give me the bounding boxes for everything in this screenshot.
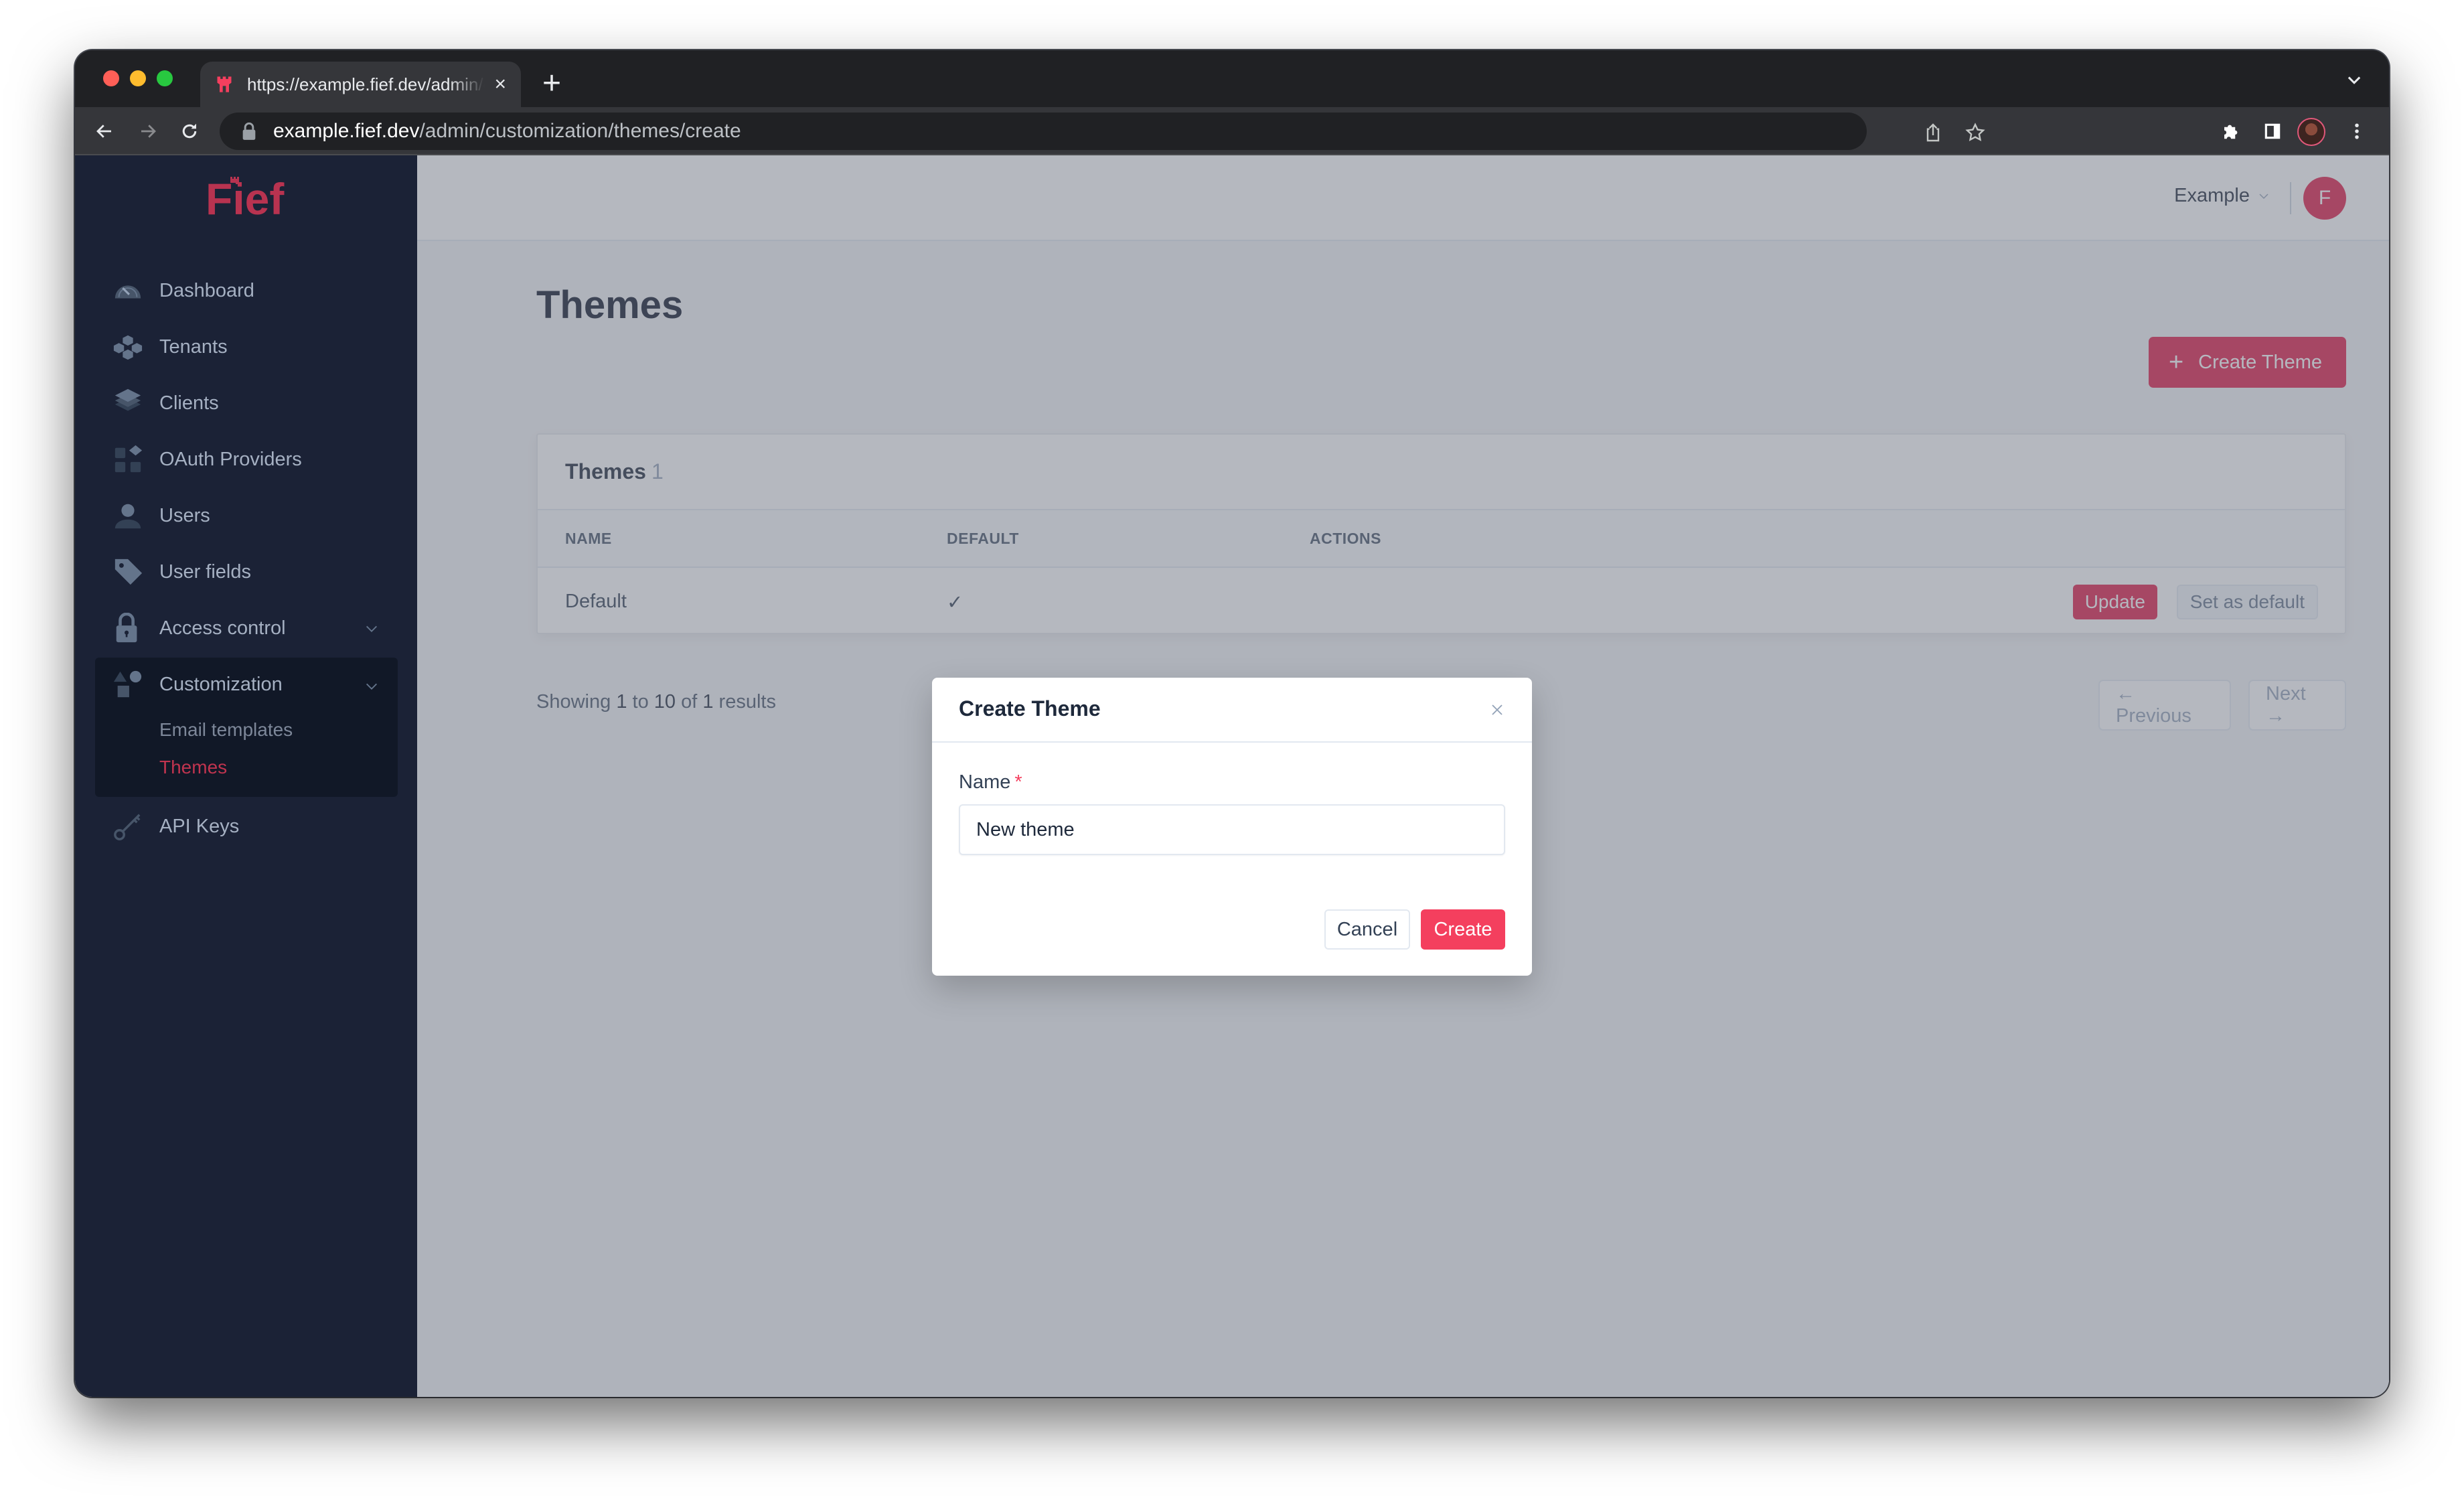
- maximize-window-button[interactable]: [157, 70, 173, 86]
- tag-icon: [114, 558, 143, 585]
- address-bar[interactable]: example.fief.dev/admin/customization/the…: [220, 113, 1985, 150]
- sidebar-item-label: User fields: [159, 560, 251, 583]
- reload-button[interactable]: [177, 119, 202, 143]
- sidebar-group-customization: Customization Email templates Themes: [95, 658, 398, 797]
- sidebar-item-label: Tenants: [159, 335, 228, 358]
- arrow-left-icon: [96, 125, 111, 138]
- extensions-button[interactable]: [2219, 119, 2243, 143]
- side-panel-icon: [2264, 123, 2281, 139]
- theme-name-input[interactable]: [959, 804, 1505, 855]
- key-icon: [114, 814, 141, 840]
- create-theme-modal: Create Theme Name* Cancel Create: [932, 678, 1532, 976]
- url-host: example.fief.dev: [273, 120, 420, 142]
- sidebar-item-oauth-providers[interactable]: OAuth Providers: [95, 431, 398, 488]
- required-asterisk: *: [1014, 771, 1022, 793]
- url-path: /admin/customization/themes/create: [419, 120, 741, 142]
- browser-titlebar: https://example.fief.dev/admin/customiza…: [75, 50, 2389, 107]
- modal-title: Create Theme: [959, 696, 1101, 721]
- kebab-menu-icon: [2355, 123, 2359, 139]
- sidebar-nav: Dashboard Tenants Clients OAuth Provider…: [95, 263, 398, 854]
- minimize-window-button[interactable]: [130, 70, 146, 86]
- sidebar-item-clients[interactable]: Clients: [95, 375, 398, 431]
- sidebar-item-customization[interactable]: Customization: [95, 658, 398, 711]
- modal-header: Create Theme: [932, 678, 1532, 743]
- oauth-providers-grid-icon: [114, 445, 143, 473]
- tab-title: https://example.fief.dev/admin/customiza…: [247, 74, 485, 94]
- forward-button[interactable]: [136, 119, 160, 143]
- browser-profile-avatar[interactable]: [2297, 118, 2325, 146]
- sidebar-item-access-control[interactable]: Access control: [95, 600, 398, 656]
- sidebar-item-label: Customization: [159, 673, 283, 695]
- url-text: example.fief.dev/admin/customization/the…: [273, 120, 741, 143]
- sidebar: Fief Dashboard Tenants Clients OAuth Pro…: [75, 155, 417, 1397]
- close-icon[interactable]: [1488, 700, 1507, 719]
- new-tab-button[interactable]: +: [542, 65, 561, 102]
- reload-icon: [182, 123, 197, 139]
- browser-window: https://example.fief.dev/admin/customiza…: [75, 50, 2389, 1397]
- sidebar-item-users[interactable]: Users: [95, 488, 398, 544]
- name-label-text: Name: [959, 771, 1011, 793]
- close-window-button[interactable]: [103, 70, 119, 86]
- create-button[interactable]: Create: [1421, 909, 1505, 950]
- sidebar-item-label: OAuth Providers: [159, 448, 302, 470]
- arrow-right-icon: [141, 125, 156, 138]
- browser-menu-button[interactable]: [2345, 119, 2369, 143]
- name-field-label: Name *: [959, 771, 1022, 794]
- user-icon: [114, 504, 141, 529]
- logo-text: Fief: [206, 175, 285, 217]
- share-icon[interactable]: [1922, 122, 1944, 143]
- browser-toolbar: example.fief.dev/admin/customization/the…: [75, 107, 2389, 155]
- sidebar-item-label: Users: [159, 504, 210, 526]
- tenants-cubes-icon: [113, 335, 143, 360]
- tab-close-icon[interactable]: ×: [494, 73, 506, 96]
- sidebar-subitem-themes[interactable]: Themes: [95, 749, 398, 786]
- shapes-icon: [113, 670, 142, 698]
- chevron-down-icon[interactable]: [364, 621, 379, 636]
- lock-icon: [116, 613, 137, 643]
- sidebar-item-api-keys[interactable]: API Keys: [95, 798, 398, 854]
- web-page: Fief Dashboard Tenants Clients OAuth Pro…: [75, 155, 2389, 1397]
- fief-castle-favicon-icon: [217, 76, 232, 92]
- sidebar-item-dashboard[interactable]: Dashboard: [95, 263, 398, 319]
- bookmark-star-icon[interactable]: [1965, 122, 1986, 143]
- sidebar-item-label: Access control: [159, 617, 286, 639]
- sidebar-subitem-email-templates[interactable]: Email templates: [95, 711, 398, 749]
- chevron-down-icon[interactable]: [364, 679, 379, 694]
- back-button[interactable]: [92, 119, 117, 143]
- lock-icon: [242, 122, 256, 140]
- sidebar-item-label: Dashboard: [159, 279, 254, 301]
- cancel-button[interactable]: Cancel: [1324, 909, 1410, 950]
- sidebar-item-label: API Keys: [159, 815, 240, 837]
- clients-layers-icon: [114, 388, 141, 411]
- side-panel-button[interactable]: [2260, 119, 2285, 143]
- dashboard-gauge-icon: [114, 285, 141, 299]
- tab-search-chevron-icon[interactable]: [2345, 70, 2364, 89]
- browser-tab[interactable]: https://example.fief.dev/admin/customiza…: [200, 62, 521, 107]
- sidebar-item-user-fields[interactable]: User fields: [95, 544, 398, 600]
- puzzle-piece-icon: [2224, 125, 2238, 139]
- sidebar-item-label: Clients: [159, 392, 219, 414]
- sidebar-item-tenants[interactable]: Tenants: [95, 319, 398, 375]
- fief-logo[interactable]: Fief: [206, 175, 289, 217]
